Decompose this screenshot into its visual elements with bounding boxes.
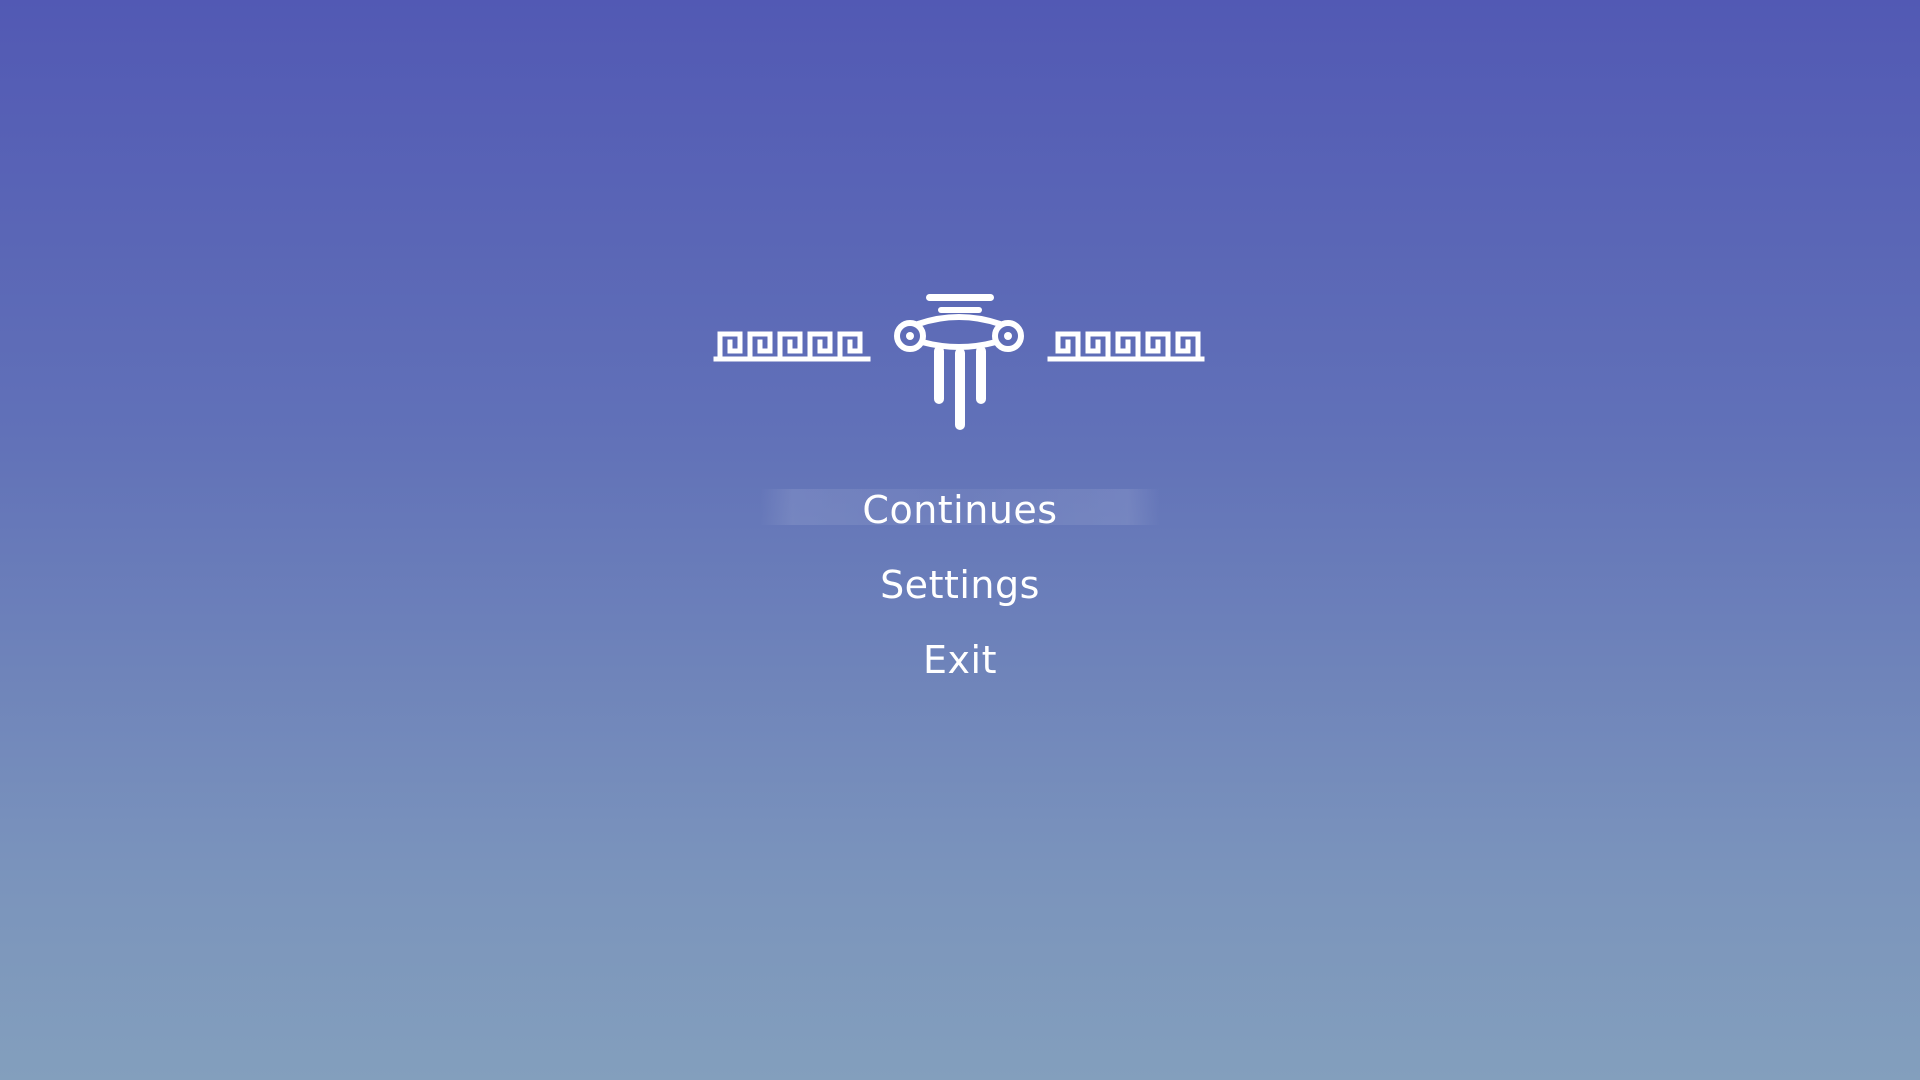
- settings-label: Settings: [880, 562, 1040, 607]
- ionic-column-icon: [894, 294, 1024, 430]
- greek-key-right-icon: [1047, 331, 1205, 362]
- settings-button[interactable]: Settings: [760, 547, 1160, 622]
- continue-label: Continues: [862, 487, 1058, 532]
- exit-button[interactable]: Exit: [760, 622, 1160, 697]
- game-logo-emblem: [712, 290, 1206, 434]
- continue-button[interactable]: Continues: [760, 472, 1160, 547]
- greek-key-left-icon: [713, 331, 871, 362]
- exit-label: Exit: [923, 637, 997, 682]
- main-menu: Continues Settings Exit: [0, 472, 1920, 697]
